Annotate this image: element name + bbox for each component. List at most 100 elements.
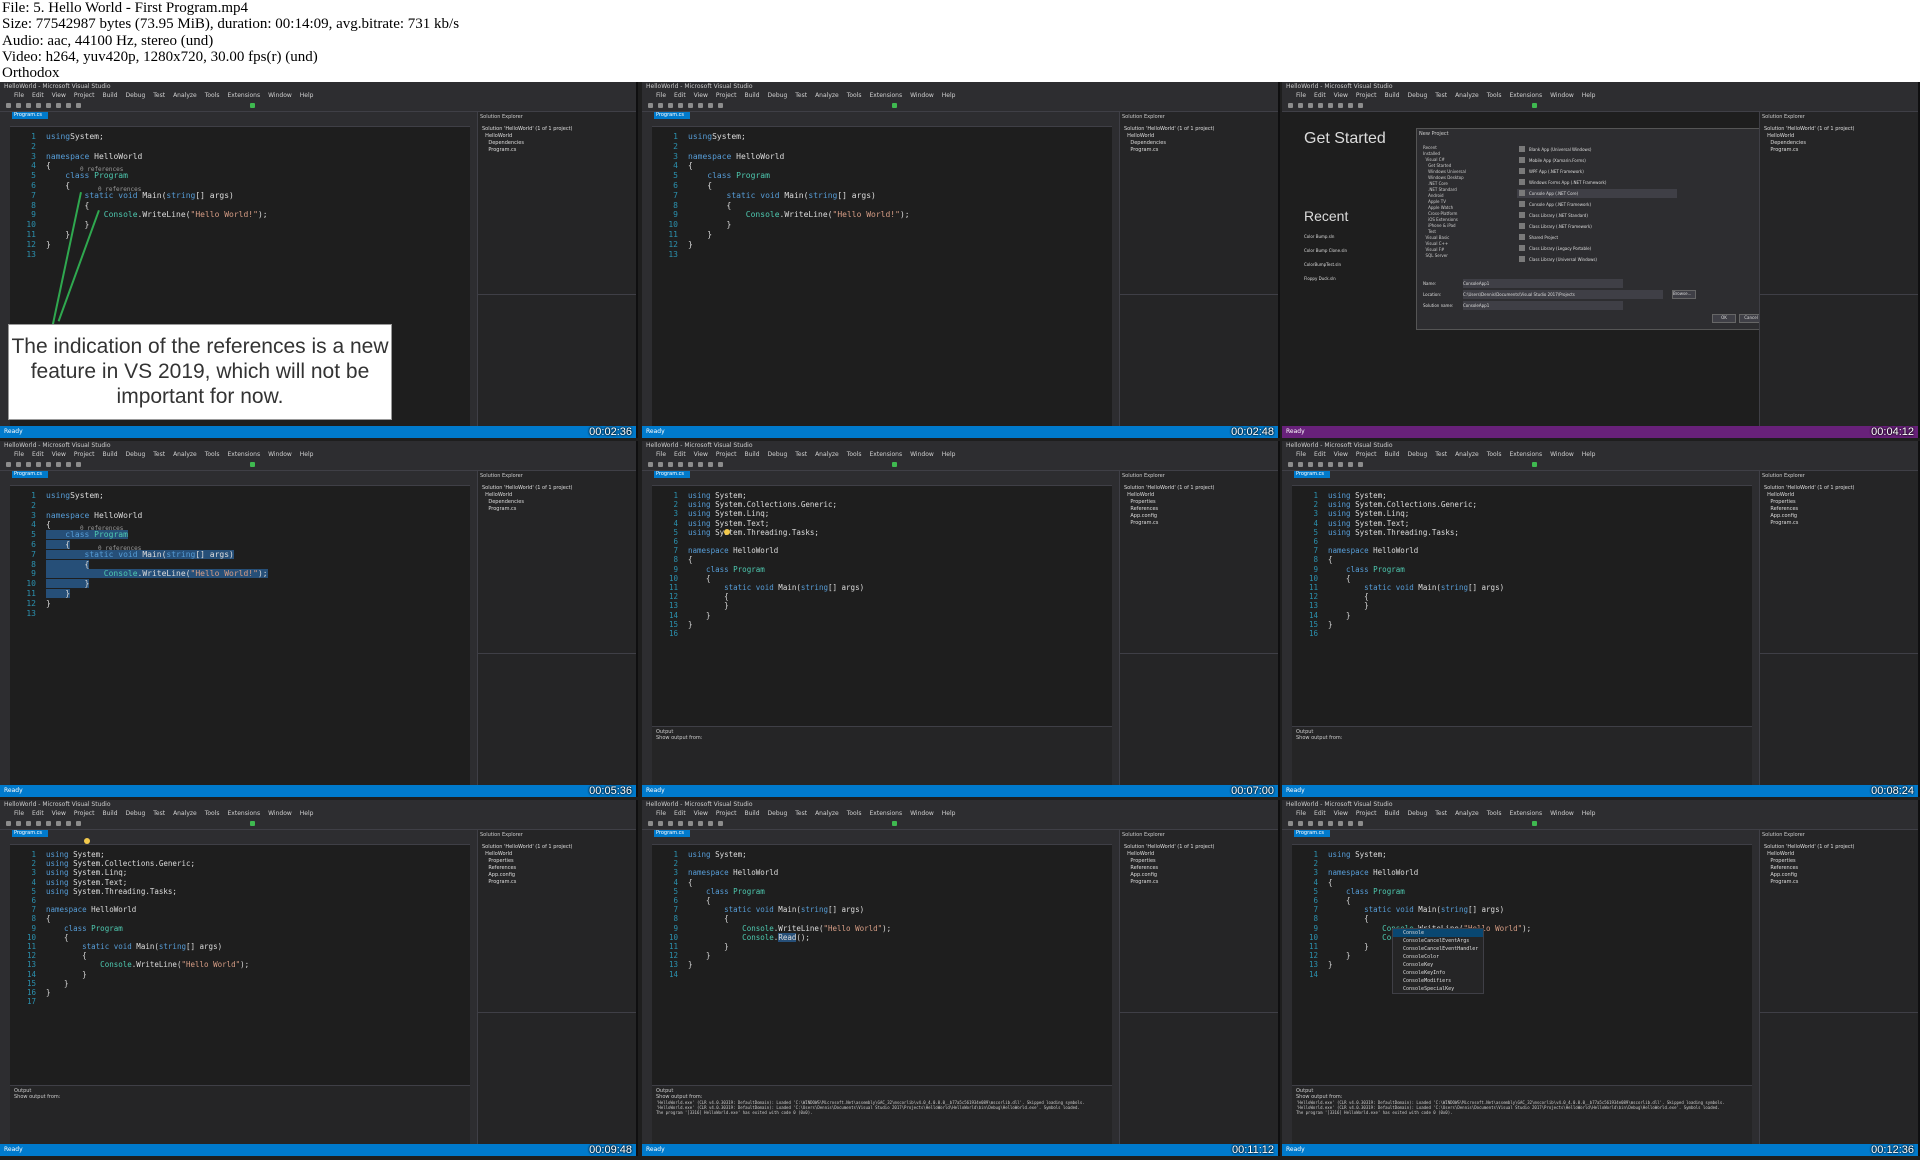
- menu-item-window[interactable]: Window: [268, 451, 292, 458]
- new-file-icon[interactable]: [26, 462, 31, 467]
- recent-item[interactable]: Floppy Duck.sln: [1304, 276, 1336, 281]
- save-all-icon[interactable]: [698, 462, 703, 467]
- start-debug-icon[interactable]: [1532, 462, 1537, 467]
- menu-item-file[interactable]: File: [656, 92, 666, 99]
- template-item[interactable]: Mobile App (Xamarin.Forms): [1517, 156, 1677, 165]
- save-all-icon[interactable]: [1338, 103, 1343, 108]
- menu-item-window[interactable]: Window: [910, 810, 934, 817]
- menu-item-extensions[interactable]: Extensions: [870, 92, 903, 99]
- start-debug-icon[interactable]: [892, 462, 897, 467]
- open-icon[interactable]: [36, 103, 41, 108]
- back-icon[interactable]: [648, 103, 653, 108]
- code-area[interactable]: 1 using System; 2 3 namespace HelloWorld 4{5 …: [652, 846, 1112, 1086]
- menu-item-test[interactable]: Test: [1435, 451, 1447, 458]
- menu-item-build[interactable]: Build: [102, 451, 117, 458]
- menu-item-help[interactable]: Help: [300, 810, 314, 817]
- code-editor[interactable]: Program.cs 1 using System; 2 3 namespace Hell…: [1292, 830, 1752, 1086]
- open-icon[interactable]: [678, 821, 683, 826]
- undo-icon[interactable]: [1348, 821, 1353, 826]
- solution-tree[interactable]: Solution 'HelloWorld' (1 of 1 project) H…: [1124, 485, 1215, 527]
- menu-item-edit[interactable]: Edit: [32, 451, 44, 458]
- menu-item-project[interactable]: Project: [1356, 92, 1377, 99]
- menu-item-analyze[interactable]: Analyze: [815, 451, 839, 458]
- intellisense-item[interactable]: ConsoleCancelEventHandler: [1393, 945, 1483, 953]
- redo-icon[interactable]: [76, 103, 81, 108]
- menu-item-test[interactable]: Test: [153, 92, 165, 99]
- template-item[interactable]: Shared Project: [1517, 233, 1677, 242]
- menu-item-test[interactable]: Test: [795, 810, 807, 817]
- menu-item-view[interactable]: View: [1334, 92, 1348, 99]
- solution-name-field[interactable]: ConsoleApp1: [1463, 301, 1623, 310]
- menu-item-edit[interactable]: Edit: [1314, 92, 1326, 99]
- menu-item-edit[interactable]: Edit: [32, 810, 44, 817]
- menu-item-build[interactable]: Build: [744, 810, 759, 817]
- code-editor[interactable]: Program.cs 1 usingSystem; 2 3 namespace Hello…: [652, 112, 1112, 426]
- menu-item-analyze[interactable]: Analyze: [815, 92, 839, 99]
- open-icon[interactable]: [1318, 103, 1323, 108]
- code-area[interactable]: 1 usingSystem; 2 3 namespace HelloWorld 4 {5 c…: [652, 128, 1112, 426]
- menu-item-window[interactable]: Window: [1550, 810, 1574, 817]
- menu-item-debug[interactable]: Debug: [126, 810, 146, 817]
- undo-icon[interactable]: [1348, 103, 1353, 108]
- menu-item-file[interactable]: File: [1296, 810, 1306, 817]
- references-codelens[interactable]: 0 references: [80, 166, 123, 173]
- menu-item-project[interactable]: Project: [716, 451, 737, 458]
- intellisense-item[interactable]: ConsoleModifiers: [1393, 977, 1483, 985]
- forward-icon[interactable]: [658, 103, 663, 108]
- solution-tree[interactable]: Solution 'HelloWorld' (1 of 1 project) H…: [1764, 485, 1855, 527]
- intellisense-item[interactable]: ConsoleKey: [1393, 961, 1483, 969]
- save-all-icon[interactable]: [698, 821, 703, 826]
- menu-item-tools[interactable]: Tools: [205, 451, 220, 458]
- save-icon[interactable]: [1328, 821, 1333, 826]
- save-all-icon[interactable]: [1338, 462, 1343, 467]
- menu-item-edit[interactable]: Edit: [674, 810, 686, 817]
- save-all-icon[interactable]: [56, 462, 61, 467]
- menu-item-file[interactable]: File: [656, 451, 666, 458]
- template-item[interactable]: Windows Forms App (.NET Framework): [1517, 178, 1677, 187]
- menu-item-test[interactable]: Test: [795, 92, 807, 99]
- template-item[interactable]: Class Library (Legacy Portable): [1517, 244, 1677, 253]
- name-field[interactable]: ConsoleApp1: [1463, 279, 1623, 288]
- intellisense-item[interactable]: ConsoleColor: [1393, 953, 1483, 961]
- menu-item-analyze[interactable]: Analyze: [1455, 451, 1479, 458]
- template-item[interactable]: Class Library (.NET Framework): [1517, 222, 1677, 231]
- menu-item-file[interactable]: File: [14, 92, 24, 99]
- open-icon[interactable]: [1318, 462, 1323, 467]
- menu-item-build[interactable]: Build: [1384, 92, 1399, 99]
- menu-item-window[interactable]: Window: [1550, 451, 1574, 458]
- menu-item-project[interactable]: Project: [716, 810, 737, 817]
- menu-item-extensions[interactable]: Extensions: [1510, 810, 1543, 817]
- start-debug-icon[interactable]: [892, 103, 897, 108]
- redo-icon[interactable]: [718, 821, 723, 826]
- new-file-icon[interactable]: [668, 821, 673, 826]
- new-file-icon[interactable]: [26, 103, 31, 108]
- menu-item-build[interactable]: Build: [102, 92, 117, 99]
- menu-item-file[interactable]: File: [1296, 451, 1306, 458]
- menu-item-test[interactable]: Test: [153, 810, 165, 817]
- undo-icon[interactable]: [708, 103, 713, 108]
- menu-item-view[interactable]: View: [694, 451, 708, 458]
- recent-item[interactable]: ColorBumpTest.sln: [1304, 262, 1341, 267]
- menu-item-edit[interactable]: Edit: [1314, 810, 1326, 817]
- menu-item-help[interactable]: Help: [300, 451, 314, 458]
- menu-item-test[interactable]: Test: [153, 451, 165, 458]
- back-icon[interactable]: [648, 462, 653, 467]
- open-icon[interactable]: [36, 462, 41, 467]
- solution-tree[interactable]: Solution 'HelloWorld' (1 of 1 project) H…: [1124, 844, 1215, 886]
- menu-item-debug[interactable]: Debug: [768, 810, 788, 817]
- tab-program-cs[interactable]: Program.cs: [12, 471, 48, 478]
- code-editor[interactable]: Program.cs 1 using System; 2 using System.Co…: [652, 471, 1112, 727]
- start-debug-icon[interactable]: [1532, 821, 1537, 826]
- menu-item-tools[interactable]: Tools: [205, 810, 220, 817]
- start-debug-icon[interactable]: [250, 103, 255, 108]
- forward-icon[interactable]: [658, 821, 663, 826]
- menu-item-extensions[interactable]: Extensions: [228, 451, 261, 458]
- new-file-icon[interactable]: [1308, 462, 1313, 467]
- menu-item-tools[interactable]: Tools: [1487, 810, 1502, 817]
- menu-item-window[interactable]: Window: [268, 810, 292, 817]
- menu-item-view[interactable]: View: [1334, 810, 1348, 817]
- menu-item-tools[interactable]: Tools: [847, 810, 862, 817]
- start-debug-icon[interactable]: [250, 462, 255, 467]
- new-file-icon[interactable]: [1308, 103, 1313, 108]
- back-icon[interactable]: [6, 821, 11, 826]
